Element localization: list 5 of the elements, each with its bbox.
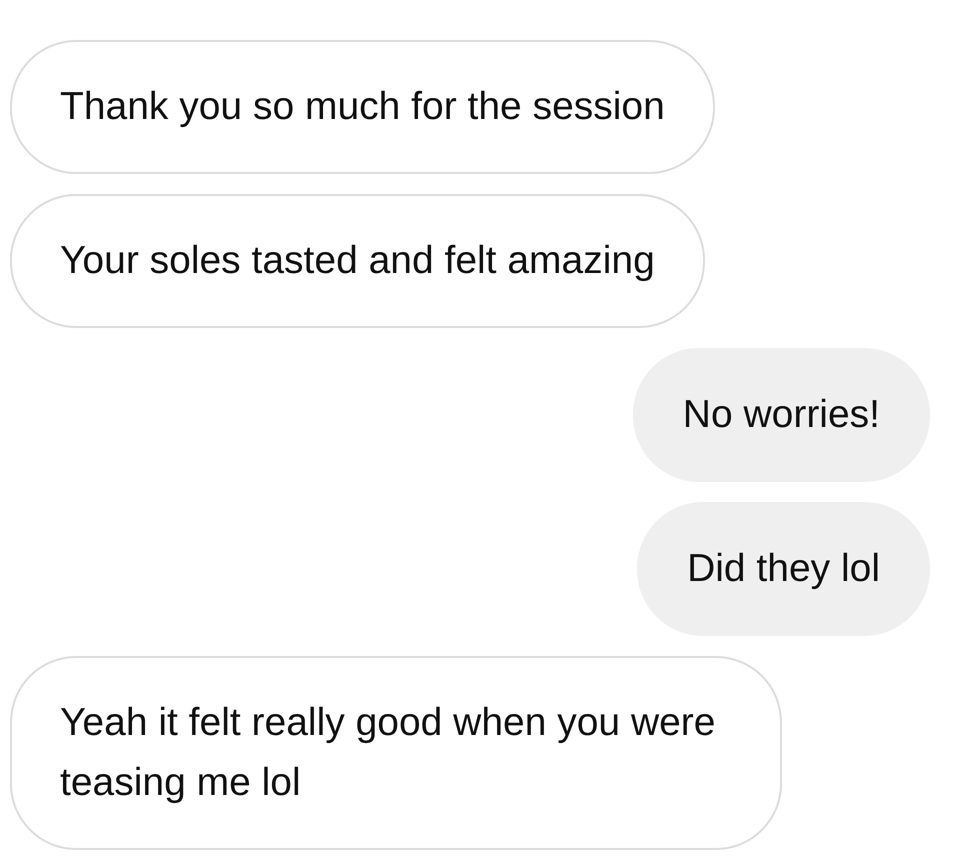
message-bubble: Yeah it felt really good when you were teasing me lol [10, 656, 782, 850]
message-bubble: Your soles tasted and felt amazing [10, 194, 705, 328]
message-bubble: Thank you so much for the session [10, 40, 715, 174]
message-bubble: No worries! [632, 348, 930, 482]
message-bubble: Did they lol [637, 502, 930, 636]
